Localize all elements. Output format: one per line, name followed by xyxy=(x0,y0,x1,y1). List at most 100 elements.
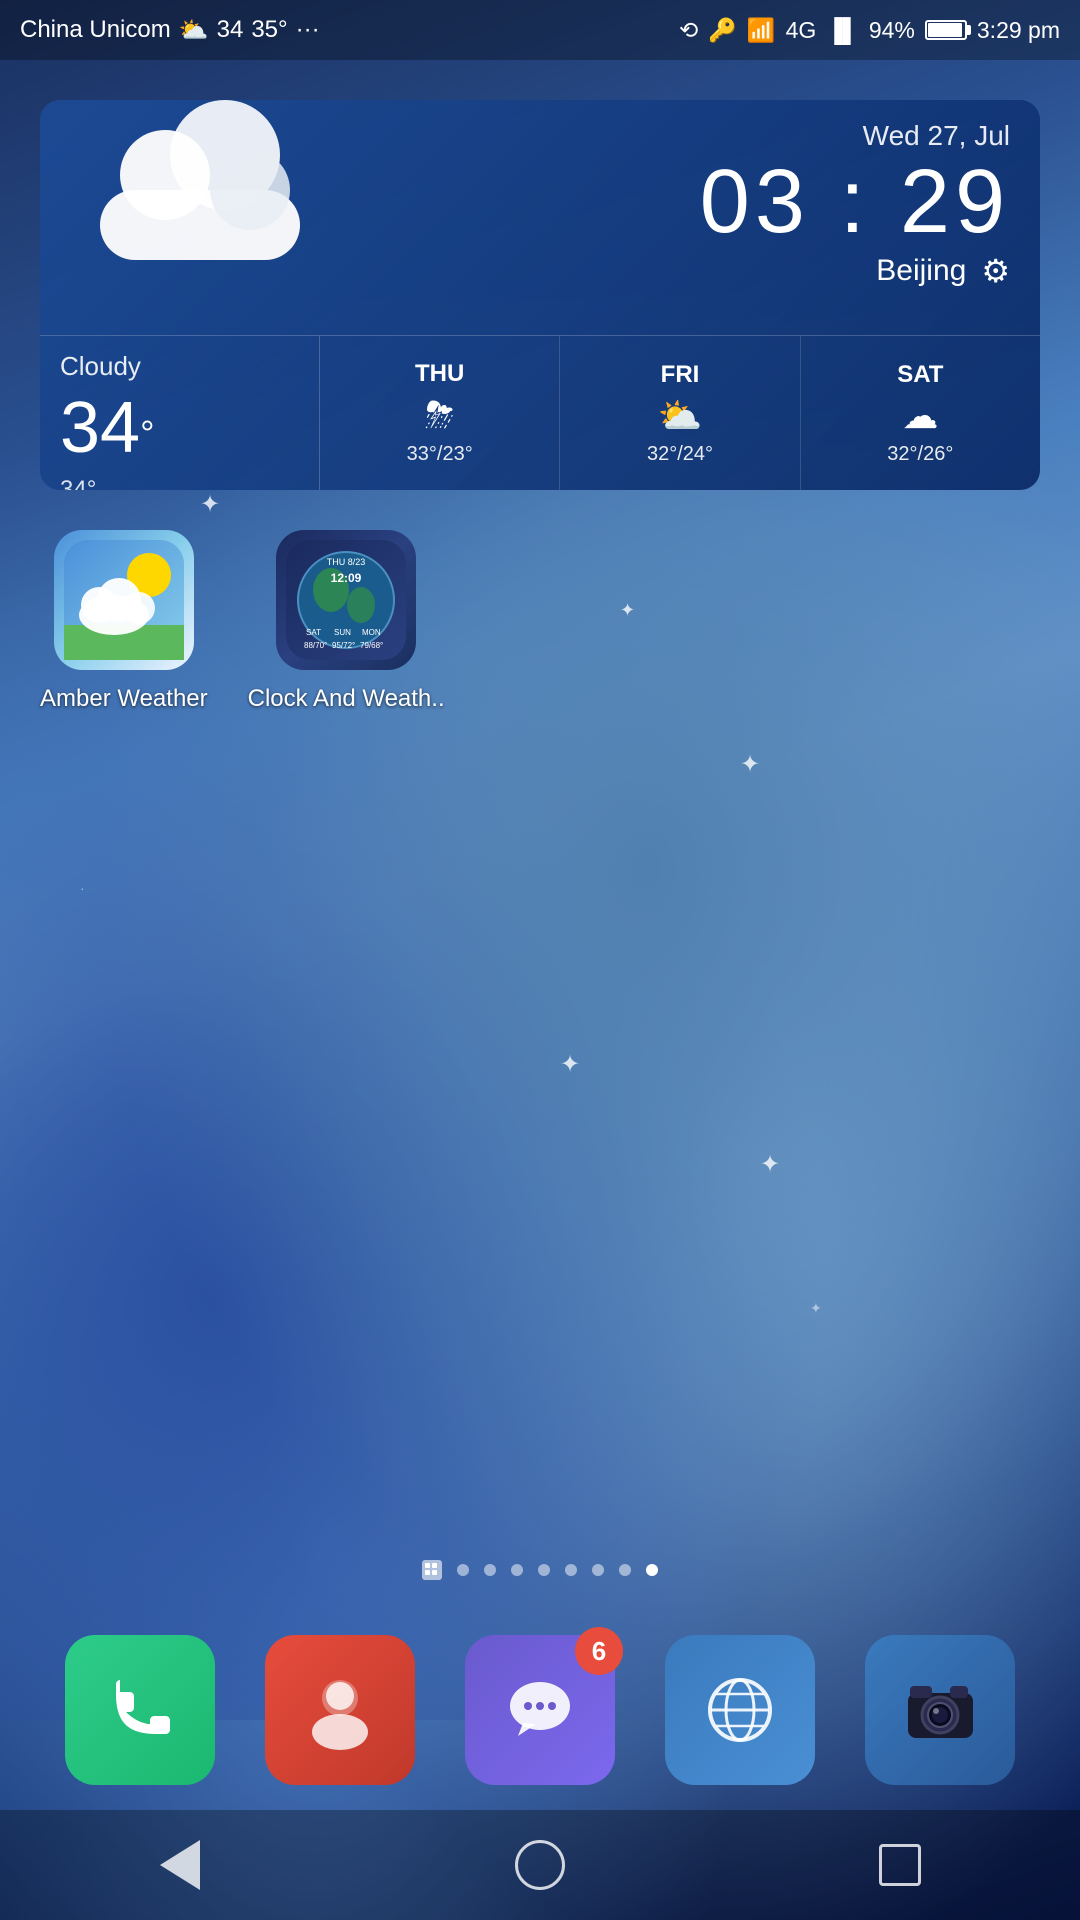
current-temp: 34 xyxy=(60,388,140,468)
forecast-fri: FRI ⛅ 32°/24° xyxy=(560,336,800,490)
fri-label: FRI xyxy=(661,361,700,389)
badge-count: 6 xyxy=(592,1636,606,1667)
svg-text:MON: MON xyxy=(362,628,381,637)
page-dot-7[interactable] xyxy=(619,1564,631,1576)
phone-icon xyxy=(100,1670,180,1750)
star-3: ✦ xyxy=(560,1050,580,1079)
key-icon: 🔑 xyxy=(708,17,737,44)
widget-city-name: Beijing xyxy=(876,254,966,288)
battery-fill xyxy=(928,23,962,37)
fri-temps: 32°/24° xyxy=(647,443,713,466)
nav-back-button[interactable] xyxy=(140,1825,220,1905)
wallpaper-wave xyxy=(0,300,1080,1720)
forecast-sat: SAT ☁ 32°/26° xyxy=(801,336,1040,490)
home-circle-icon xyxy=(515,1840,565,1890)
network-type: 4G xyxy=(786,17,817,44)
thu-icon: ⛈ xyxy=(425,394,454,437)
page-dot-grid[interactable] xyxy=(422,1560,442,1580)
browser-icon xyxy=(698,1668,783,1753)
svg-text:THU 8/23: THU 8/23 xyxy=(327,557,366,567)
camera-icon xyxy=(898,1668,983,1753)
weather-condition: Cloudy xyxy=(60,351,299,382)
status-dots: ··· xyxy=(296,16,320,44)
nav-recents-button[interactable] xyxy=(860,1825,940,1905)
star-7: ✦ xyxy=(810,1300,822,1317)
amber-weather-label: Amber Weather xyxy=(40,685,208,713)
dock-browser[interactable] xyxy=(665,1635,815,1785)
page-dot-6[interactable] xyxy=(592,1564,604,1576)
widget-city-row: Beijing ⚙ xyxy=(700,252,1010,290)
temp-degree-symbol: ° xyxy=(140,413,154,454)
dock-camera[interactable] xyxy=(865,1635,1015,1785)
time-display: 3:29 pm xyxy=(977,17,1060,44)
sat-temps: 32°/26° xyxy=(887,443,953,466)
star-1: ✦ xyxy=(200,490,220,519)
current-temp-display: 34° xyxy=(60,387,299,469)
svg-text:12:09: 12:09 xyxy=(331,571,362,585)
page-dot-1[interactable] xyxy=(457,1564,469,1576)
carrier-label: China Unicom xyxy=(20,16,171,44)
signal-icon: ▐▌ xyxy=(826,17,859,44)
weather-widget[interactable]: Wed 27, Jul 03 : 29 Beijing ⚙ Cloudy 34°… xyxy=(40,100,1040,490)
thu-label: THU xyxy=(415,360,464,388)
clock-weather-icon: THU 8/23 12:09 SAT SUN MON 88/70° 95/72°… xyxy=(276,530,416,670)
battery-percent: 94% xyxy=(869,17,915,44)
page-dot-5[interactable] xyxy=(565,1564,577,1576)
clock-weather-svg: THU 8/23 12:09 SAT SUN MON 88/70° 95/72°… xyxy=(286,540,406,660)
widget-weather-row: Cloudy 34° 34° 25° THU ⛈ 33°/23° FRI ⛅ 3… xyxy=(40,335,1040,490)
recents-square-icon xyxy=(879,1844,921,1886)
page-dot-8-active[interactable] xyxy=(646,1564,658,1576)
back-arrow-icon xyxy=(160,1840,200,1890)
high-temp: 34° xyxy=(60,476,96,490)
dock-contacts[interactable] xyxy=(265,1635,415,1785)
star-6: · xyxy=(80,880,85,896)
sat-label: SAT xyxy=(897,361,943,389)
svg-text:79/68°: 79/68° xyxy=(360,641,383,650)
status-right: ⟲ 🔑 📶 4G ▐▌ 94% 3:29 pm xyxy=(679,17,1060,44)
contacts-icon xyxy=(300,1670,380,1750)
status-bar: China Unicom ⛅ 34 35° ··· ⟲ 🔑 📶 4G ▐▌ 94… xyxy=(0,0,1080,60)
settings-gear-icon[interactable]: ⚙ xyxy=(981,252,1010,290)
star-4: ✦ xyxy=(760,1150,780,1179)
fri-icon: ⛅ xyxy=(658,395,703,437)
status-temp: 34 xyxy=(217,16,244,44)
dock-phone[interactable] xyxy=(65,1635,215,1785)
weather-cloud-illustration xyxy=(80,130,300,260)
widget-date: Wed 27, Jul xyxy=(700,120,1010,152)
messages-icon xyxy=(498,1668,583,1753)
svg-text:SAT: SAT xyxy=(306,628,321,637)
status-left: China Unicom ⛅ 34 35° ··· xyxy=(20,16,320,45)
page-dot-2[interactable] xyxy=(484,1564,496,1576)
messages-badge: 6 xyxy=(575,1627,623,1675)
dock: 6 xyxy=(0,1615,1080,1805)
apps-area: Amber Weather THU 8/23 1 xyxy=(40,530,445,713)
amber-weather-svg xyxy=(64,540,184,660)
sat-icon: ☁ xyxy=(902,395,938,437)
star-5: ✦ xyxy=(620,600,635,621)
amber-weather-icon xyxy=(54,530,194,670)
star-2: ✦ xyxy=(740,750,760,779)
page-dot-4[interactable] xyxy=(538,1564,550,1576)
app-clock-weather[interactable]: THU 8/23 12:09 SAT SUN MON 88/70° 95/72°… xyxy=(248,530,445,713)
battery-icon xyxy=(925,20,967,40)
wifi-icon: 📶 xyxy=(747,17,776,44)
temp-range: 34° 25° xyxy=(60,471,299,490)
weather-status-icon: ⛅ xyxy=(179,16,209,45)
thu-temps: 33°/23° xyxy=(407,443,473,466)
clock-weather-label: Clock And Weath.. xyxy=(248,685,445,713)
page-dot-3[interactable] xyxy=(511,1564,523,1576)
cloud-puff-3 xyxy=(210,150,290,230)
nav-home-button[interactable] xyxy=(500,1825,580,1905)
widget-time: 03 : 29 xyxy=(700,157,1010,247)
svg-text:95/72°: 95/72° xyxy=(332,641,355,650)
forecast-days: THU ⛈ 33°/23° FRI ⛅ 32°/24° SAT ☁ 32°/26… xyxy=(320,336,1040,490)
dock-messages[interactable]: 6 xyxy=(465,1635,615,1785)
page-indicators xyxy=(0,1560,1080,1580)
app-amber-weather[interactable]: Amber Weather xyxy=(40,530,208,713)
grid-icon xyxy=(425,1563,439,1577)
svg-text:SUN: SUN xyxy=(334,628,351,637)
forecast-thu: THU ⛈ 33°/23° xyxy=(320,336,560,490)
nav-bar xyxy=(0,1810,1080,1920)
rotate-icon: ⟲ xyxy=(679,17,698,44)
status-temp-high: 35° xyxy=(251,16,287,44)
